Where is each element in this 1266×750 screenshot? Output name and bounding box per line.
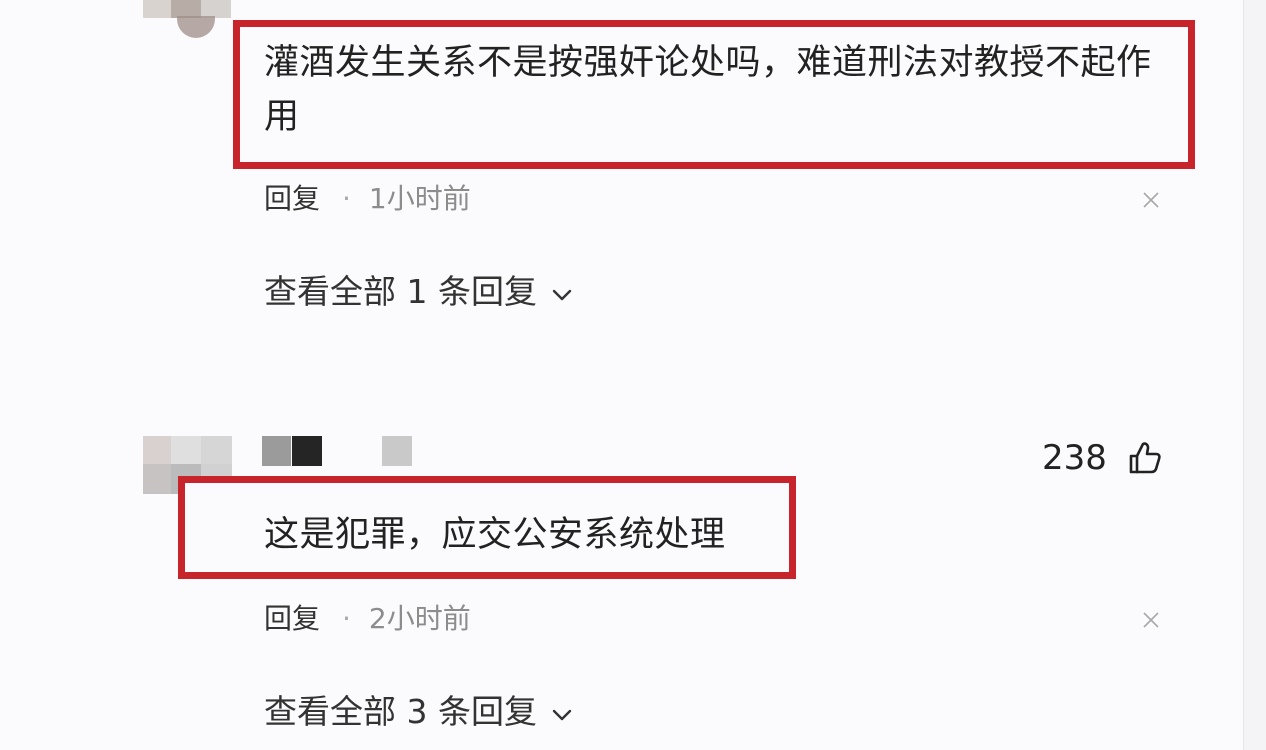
- like-group: 238: [1042, 436, 1163, 480]
- view-replies-link-2[interactable]: 查看全部 3 条回复: [264, 690, 573, 734]
- reply-button-1[interactable]: 回复: [264, 182, 320, 215]
- view-replies-label-1: 查看全部 1 条回复: [264, 272, 537, 311]
- thumbs-up-icon[interactable]: [1127, 440, 1163, 476]
- chevron-down-icon: [553, 289, 572, 301]
- meta-separator-2: ·: [342, 602, 351, 635]
- username-pixelated-3: [382, 436, 412, 466]
- comment-time-1: 1小时前: [368, 182, 471, 215]
- close-icon[interactable]: [1139, 188, 1163, 212]
- comment-meta-2: 回复 · 2小时前: [264, 601, 471, 637]
- comment-meta-1: 回复 · 1小时前: [264, 181, 471, 217]
- right-scroll-edge: [1243, 0, 1266, 750]
- avatar-top-cropped[interactable]: [143, 0, 231, 38]
- username-pixelated-1: [262, 436, 291, 466]
- comment-text-2: 这是犯罪，应交公安系统处理: [264, 515, 726, 555]
- meta-separator-1: ·: [342, 182, 351, 215]
- reply-button-2[interactable]: 回复: [264, 602, 320, 635]
- like-count: 238: [1042, 438, 1107, 478]
- username-pixelated-2: [292, 436, 322, 466]
- comment-text-1: 灌酒发生关系不是按强奸论处吗，难道刑法对教授不起作用: [264, 43, 1152, 137]
- comment-time-2: 2小时前: [368, 602, 471, 635]
- view-replies-label-2: 查看全部 3 条回复: [264, 692, 537, 731]
- chevron-down-icon: [553, 709, 572, 721]
- view-replies-link-1[interactable]: 查看全部 1 条回复: [264, 270, 573, 314]
- close-icon[interactable]: [1139, 608, 1163, 632]
